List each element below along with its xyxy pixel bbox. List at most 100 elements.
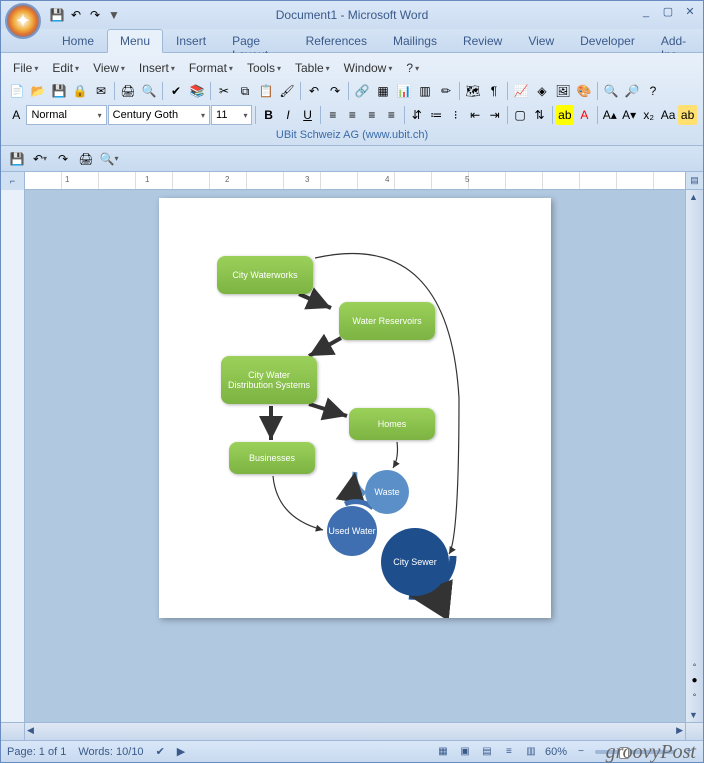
browse-prev-icon[interactable]: ◦ [687, 658, 703, 672]
grow-font-icon[interactable]: A▴ [600, 105, 618, 125]
menu-insert[interactable]: Insert▾ [133, 59, 181, 77]
undo-icon[interactable]: ↶▾ [30, 149, 50, 169]
ruler-corner-icon[interactable]: ⌐ [1, 172, 25, 190]
redo-icon[interactable]: ↷ [53, 149, 73, 169]
undo-icon[interactable]: ↶ [304, 81, 324, 101]
paste-icon[interactable]: 📋 [256, 81, 276, 101]
excel-icon[interactable]: 📊 [394, 81, 414, 101]
shrink-font-icon[interactable]: A▾ [620, 105, 638, 125]
browse-object-icon[interactable]: ● [687, 673, 703, 687]
show-marks-icon[interactable]: ¶ [484, 81, 504, 101]
menu-view[interactable]: View▾ [87, 59, 131, 77]
align-left-icon[interactable]: ≡ [324, 105, 342, 125]
tab-add-ins[interactable]: Add-Ins [648, 29, 703, 52]
bullets-icon[interactable]: ⁝ [446, 105, 464, 125]
sort-icon[interactable]: ⇅ [530, 105, 548, 125]
italic-icon[interactable]: I [279, 105, 297, 125]
status-words[interactable]: Words: 10/10 [78, 746, 143, 758]
align-right-icon[interactable]: ≡ [363, 105, 381, 125]
save-icon[interactable]: 💾 [49, 7, 65, 23]
print-preview-icon[interactable]: 🔍▾ [99, 149, 119, 169]
align-center-icon[interactable]: ≡ [343, 105, 361, 125]
research-icon[interactable]: 📚 [187, 81, 207, 101]
spellcheck-icon[interactable]: ✔ [166, 81, 186, 101]
menu-table[interactable]: Table▾ [289, 59, 336, 77]
preview-icon[interactable]: 🔍 [139, 81, 159, 101]
style-combo[interactable]: Normal▾ [26, 105, 106, 125]
horizontal-ruler[interactable]: ⌐ 112345 ▤ [1, 172, 703, 190]
maximize-button[interactable]: ▢ [659, 5, 677, 19]
flowchart-box-distribution[interactable]: City Water Distribution Systems [221, 356, 317, 404]
drawing-icon[interactable]: ✏ [436, 81, 456, 101]
highlight-icon[interactable]: ab [556, 105, 574, 125]
print-icon[interactable]: 🖨 [118, 81, 138, 101]
cut-icon[interactable]: ✂ [214, 81, 234, 101]
numbering-icon[interactable]: ≔ [427, 105, 445, 125]
flowchart-box-city-waterworks[interactable]: City Waterworks [217, 256, 313, 294]
menu-window[interactable]: Window▾ [338, 59, 399, 77]
styles-icon[interactable]: A [7, 105, 25, 125]
format-painter-icon[interactable]: 🖌 [277, 81, 297, 101]
tab-mailings[interactable]: Mailings [380, 29, 450, 52]
ruler-toggle-icon[interactable]: ▤ [685, 172, 703, 189]
save-icon[interactable]: 💾 [49, 81, 69, 101]
flowchart-box-businesses[interactable]: Businesses [229, 442, 315, 474]
tab-references[interactable]: References [293, 29, 380, 52]
columns-icon[interactable]: ▥ [415, 81, 435, 101]
copy-icon[interactable]: ⧉ [235, 81, 255, 101]
flowchart-gear-waste[interactable]: Waste [365, 470, 409, 514]
macro-icon[interactable]: ▶ [177, 745, 185, 758]
flowchart-box-homes[interactable]: Homes [349, 408, 435, 440]
horizontal-scrollbar[interactable]: ◀▶ [1, 722, 703, 740]
office-button[interactable]: ✦ [5, 3, 41, 39]
browse-next-icon[interactable]: ◦ [687, 688, 703, 702]
help-icon[interactable]: ? [643, 81, 663, 101]
size-combo[interactable]: 11▾ [211, 105, 252, 125]
increase-indent-icon[interactable]: ⇥ [485, 105, 503, 125]
proofing-icon[interactable]: ✔ [156, 745, 165, 758]
tab-menu[interactable]: Menu [107, 29, 163, 53]
justify-icon[interactable]: ≡ [382, 105, 400, 125]
undo-icon[interactable]: ↶ [68, 7, 84, 23]
status-page[interactable]: Page: 1 of 1 [7, 746, 66, 758]
zoom-level[interactable]: 60% [545, 746, 567, 758]
menu-tools[interactable]: Tools▾ [241, 59, 287, 77]
menu-help[interactable]: ?▾ [400, 59, 425, 77]
print-layout-view-icon[interactable]: ▦ [435, 745, 451, 759]
web-layout-view-icon[interactable]: ▤ [479, 745, 495, 759]
close-button[interactable]: ✕ [681, 5, 699, 19]
font-color-icon[interactable]: A [575, 105, 593, 125]
draft-view-icon[interactable]: ▥ [523, 745, 539, 759]
table-icon[interactable]: ▦ [373, 81, 393, 101]
tab-developer[interactable]: Developer [567, 29, 648, 52]
document-area[interactable]: City Waterworks Water Reservoirs City Wa… [25, 190, 685, 722]
minimize-button[interactable]: _ [637, 5, 655, 19]
doc-map-icon[interactable]: 🗺 [463, 81, 483, 101]
vertical-scrollbar[interactable]: ◦ ● ◦ [685, 190, 703, 722]
vertical-ruler[interactable] [1, 190, 25, 722]
hyperlink-icon[interactable]: 🔗 [352, 81, 372, 101]
menu-edit[interactable]: Edit▾ [46, 59, 85, 77]
borders-icon[interactable]: ▢ [511, 105, 529, 125]
tab-home[interactable]: Home [49, 29, 107, 52]
full-screen-view-icon[interactable]: ▣ [457, 745, 473, 759]
quick-print-icon[interactable]: 🖨 [76, 149, 96, 169]
flowchart-box-water-reservoirs[interactable]: Water Reservoirs [339, 302, 435, 340]
picture-icon[interactable]: 🖼 [553, 81, 573, 101]
zoom-icon[interactable]: 🔎 [622, 81, 642, 101]
underline-icon[interactable]: U [298, 105, 316, 125]
bold-icon[interactable]: B [259, 105, 277, 125]
find-icon[interactable]: 🔍 [601, 81, 621, 101]
mail-icon[interactable]: ✉ [91, 81, 111, 101]
menu-format[interactable]: Format▾ [183, 59, 239, 77]
select-icon[interactable]: ab [678, 105, 696, 125]
clipart-icon[interactable]: 🎨 [574, 81, 594, 101]
tab-review[interactable]: Review [450, 29, 515, 52]
menu-file[interactable]: File▾ [7, 59, 44, 77]
tab-page-layout[interactable]: Page Layout [219, 29, 293, 52]
redo-icon[interactable]: ↷ [325, 81, 345, 101]
tab-insert[interactable]: Insert [163, 29, 219, 52]
subscript-icon[interactable]: x₂ [639, 105, 657, 125]
new-icon[interactable]: 📄 [7, 81, 27, 101]
permission-icon[interactable]: 🔒 [70, 81, 90, 101]
